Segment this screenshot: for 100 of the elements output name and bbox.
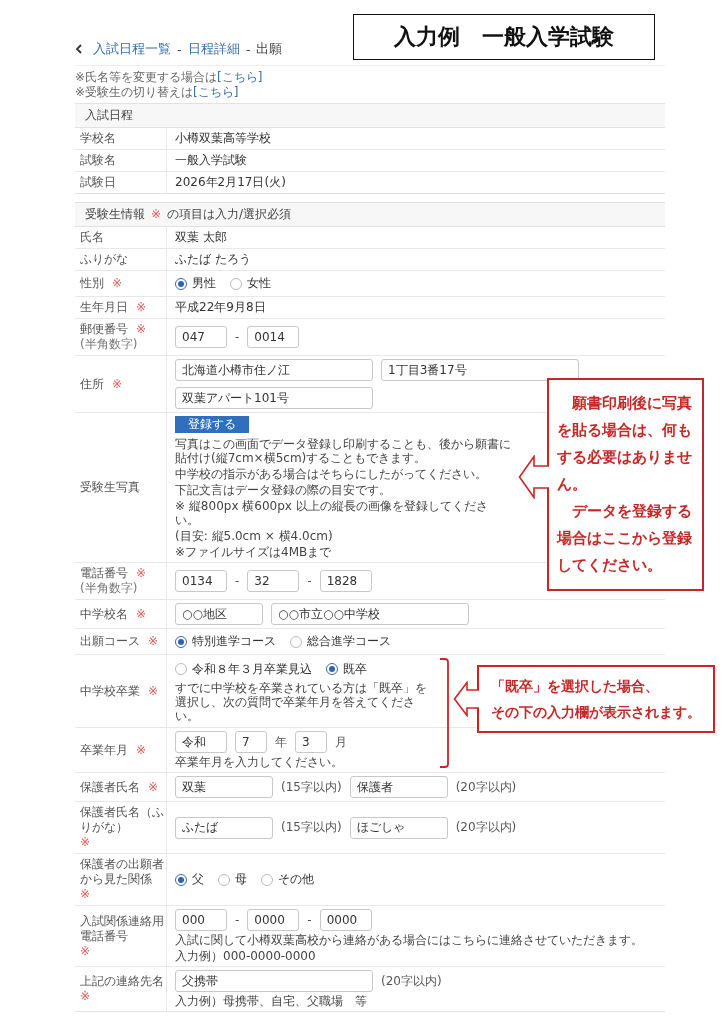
radio-button[interactable] <box>326 663 338 675</box>
here-link[interactable]: [こちら] <box>217 70 263 84</box>
text-field[interactable]: 双葉アパート101号 <box>175 387 373 409</box>
field-value: 一般入学試験 <box>175 153 248 168</box>
radio-label[interactable]: 既卒 <box>343 661 367 677</box>
field-label: 入試関係連絡用電話番号 <box>80 913 164 944</box>
text-field[interactable]: 保護者 <box>349 776 448 798</box>
radio-label[interactable]: 女性 <box>247 276 271 291</box>
field-value: ふたば たろう <box>175 252 252 267</box>
radio-button[interactable] <box>175 277 187 290</box>
field-hint: - <box>307 912 312 928</box>
field-hint: 月 <box>335 734 347 750</box>
field-label: 氏名 <box>80 230 104 245</box>
field-label: 保護者の出願者から見た関係 <box>80 857 164 887</box>
text-field[interactable]: 1丁目3番17号 <box>381 359 579 381</box>
field-hint: - <box>235 329 240 345</box>
text-field[interactable]: 0014 <box>247 326 300 348</box>
text-field[interactable]: 7 <box>235 731 267 753</box>
here-link[interactable]: [こちら] <box>193 85 239 99</box>
radio-label[interactable]: 母 <box>235 872 247 887</box>
help-text: 中学校の指示がある場合はそちらにしたがってください。 <box>175 467 488 481</box>
radio-button[interactable] <box>218 873 230 886</box>
field-label: 電話番号 <box>80 566 128 581</box>
annotation-callout: 「既卒」を選択した場合、 その下の入力欄が表示されます。 <box>477 665 715 733</box>
required-mark: ※ <box>80 887 91 902</box>
field-hint: (20字以内) <box>381 973 442 989</box>
required-mark: ※ <box>112 276 123 291</box>
help-text: (目安: 縦5.0cm × 横4.0cm) <box>175 529 334 543</box>
text-field[interactable]: 3 <box>295 731 327 753</box>
field-label: 生年月日 <box>80 300 128 315</box>
register-button[interactable]: 登録する <box>175 416 249 433</box>
text-field[interactable]: 北海道小樽市住ノ江 <box>175 359 373 381</box>
text-field[interactable]: ほごしゃ <box>349 816 448 839</box>
help-text: 写真はこの画面でデータ登録し印刷することも、後から願書に貼付け(縦7cm×横5cm)することもできます。 <box>175 437 511 465</box>
field-sublabel: (半角数字) <box>80 581 139 596</box>
help-text: すでに中学校を卒業されている方は「既卒」を選択し、次の質問で卒業年月を答えてください。 <box>175 680 428 723</box>
required-mark: ※ <box>136 606 147 622</box>
radio-button[interactable] <box>175 873 187 886</box>
help-text: 入力例）000-0000-0000 <box>175 949 317 963</box>
required-mark: ※ <box>80 943 91 959</box>
field-label: 性別 <box>80 276 104 291</box>
required-mark: ※ <box>148 779 159 795</box>
field-label: 試験名 <box>80 153 117 168</box>
field-value: 平成22年9月8日 <box>175 300 267 315</box>
text-field[interactable]: 0134 <box>175 570 227 592</box>
field-label: 受験生写真 <box>80 480 140 495</box>
field-label: 郵便番号 <box>80 322 128 337</box>
field-hint: (15字以内) <box>281 820 342 835</box>
field-label: 試験日 <box>80 175 117 190</box>
breadcrumb-separator: - <box>245 41 251 57</box>
field-label: 保護者氏名（ふりがな） <box>80 805 164 835</box>
breadcrumb-separator: - <box>177 41 182 57</box>
text-field[interactable]: 0000 <box>247 909 300 931</box>
help-text: 卒業年月を入力してください。 <box>175 755 344 769</box>
field-label: 中学校卒業 <box>80 683 140 699</box>
text-field[interactable]: 1828 <box>319 570 372 592</box>
field-label: 上記の連絡先名 <box>80 974 164 989</box>
help-text: 入試に関して小樽双葉高校から連絡がある場合にはこちらに連絡させていただきます。 <box>175 933 644 947</box>
radio-button[interactable] <box>261 873 273 886</box>
field-hint: (20字以内) <box>455 779 517 795</box>
annotation-callout: 願書印刷後に写真を貼る場合は、何もする必要はありません。 データを登録する場合はここから登録してください。 <box>547 378 704 591</box>
required-mark: ※ <box>136 322 147 337</box>
breadcrumb-current: 出願 <box>256 40 283 58</box>
text-field[interactable]: 令和 <box>175 731 227 753</box>
text-field[interactable]: 000 <box>175 909 227 931</box>
breadcrumb-link[interactable]: 入試日程一覧 <box>93 40 171 58</box>
required-mark: ※ <box>136 742 147 758</box>
text-field[interactable]: 双葉 <box>175 776 273 798</box>
field-label: 卒業年月 <box>80 742 128 758</box>
help-text: ※ファイルサイズは4MBまで <box>175 545 333 559</box>
field-hint: 年 <box>275 734 287 750</box>
back-chevron-icon[interactable] <box>75 44 83 54</box>
field-label: 保護者氏名 <box>80 779 140 795</box>
radio-label[interactable]: 総合進学コース <box>307 634 391 649</box>
field-value: 双葉 太郎 <box>175 230 228 245</box>
note-text: ※氏名等を変更する場合は[こちら] <box>75 70 264 85</box>
text-field[interactable]: ふたば <box>175 816 273 839</box>
required-mark: ※ <box>151 207 162 222</box>
text-field[interactable]: ○○市立○○中学校 <box>271 603 469 625</box>
radio-label[interactable]: その他 <box>278 872 314 887</box>
radio-button[interactable] <box>290 635 302 648</box>
radio-button[interactable] <box>230 277 242 290</box>
text-field[interactable]: 047 <box>175 326 227 348</box>
radio-label[interactable]: 男性 <box>192 276 216 291</box>
field-label: 出願コース <box>80 634 140 649</box>
required-mark: ※ <box>80 835 91 850</box>
field-label: 学校名 <box>80 131 117 146</box>
field-hint: (15字以内) <box>281 779 342 795</box>
radio-button[interactable] <box>175 635 187 648</box>
breadcrumb-link[interactable]: 日程詳細 <box>187 40 240 58</box>
radio-button[interactable] <box>175 663 187 675</box>
left-arrow-icon <box>518 455 549 499</box>
radio-label[interactable]: 父 <box>192 872 204 887</box>
text-field[interactable]: 0000 <box>319 909 372 931</box>
text-field[interactable]: ○○地区 <box>175 603 263 625</box>
field-hint: - <box>307 573 312 589</box>
radio-label[interactable]: 特別進学コース <box>192 634 276 649</box>
text-field[interactable]: 父携帯 <box>175 970 373 992</box>
radio-label[interactable]: 令和８年３月卒業見込 <box>192 661 312 677</box>
text-field[interactable]: 32 <box>247 570 300 592</box>
